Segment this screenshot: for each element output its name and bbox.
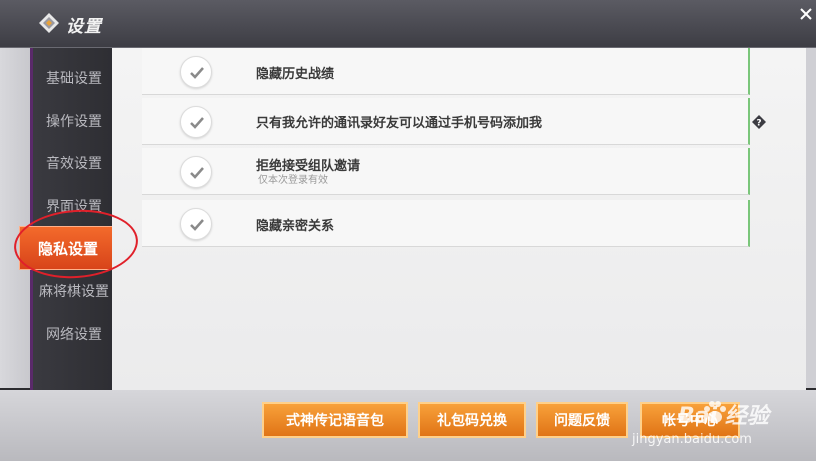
sidebar-item-controls[interactable]: 操作设置 (33, 101, 115, 141)
option-row-hide-history[interactable]: 隐藏历史战绩 (142, 48, 750, 95)
sidebar-item-basic[interactable]: 基础设置 (33, 58, 115, 98)
checkmark-icon (190, 167, 204, 179)
option-sublabel: 仅本次登录有效 (258, 175, 328, 186)
feedback-button[interactable]: 问题反馈 (536, 402, 628, 438)
checkmark-icon (190, 67, 204, 79)
checkbox[interactable] (180, 156, 212, 188)
bottom-bar: 式神传记语音包 礼包码兑换 问题反馈 帐号中心 (0, 390, 816, 461)
account-center-button[interactable]: 帐号中心 (640, 402, 740, 438)
option-label: 隐藏历史战绩 (256, 67, 335, 82)
option-row-contacts-only[interactable]: 只有我允许的通讯录好友可以通过手机号码添加我 ? (142, 98, 766, 145)
option-label: 只有我允许的通讯录好友可以通过手机号码添加我 (256, 116, 543, 131)
checkmark-icon (190, 219, 204, 231)
page-title: 设置 (66, 17, 102, 37)
close-icon[interactable] (800, 8, 812, 20)
checkbox[interactable] (180, 208, 212, 240)
svg-text:?: ? (756, 119, 761, 129)
checkmark-icon (190, 117, 204, 129)
right-frame (806, 48, 816, 388)
option-row-hide-intimacy[interactable]: 隐藏亲密关系 (142, 200, 750, 247)
privacy-settings-panel: 隐藏历史战绩 只有我允许的通讯录好友可以通过手机号码添加我 ? 拒绝接受组队邀请… (112, 48, 806, 390)
sidebar-item-network[interactable]: 网络设置 (33, 314, 115, 354)
checkbox[interactable] (180, 106, 212, 138)
help-icon[interactable]: ? (752, 115, 766, 129)
gift-code-button[interactable]: 礼包码兑换 (418, 402, 526, 438)
voice-pack-button[interactable]: 式神传记语音包 (262, 402, 408, 438)
option-label: 隐藏亲密关系 (256, 219, 335, 234)
checkbox[interactable] (180, 56, 212, 88)
header-bar: 设置 (0, 0, 816, 48)
left-frame (0, 48, 30, 388)
sidebar-item-audio[interactable]: 音效设置 (33, 143, 115, 183)
option-row-reject-team-invite[interactable]: 拒绝接受组队邀请 仅本次登录有效 (142, 148, 750, 195)
diamond-logo-icon (39, 13, 59, 33)
